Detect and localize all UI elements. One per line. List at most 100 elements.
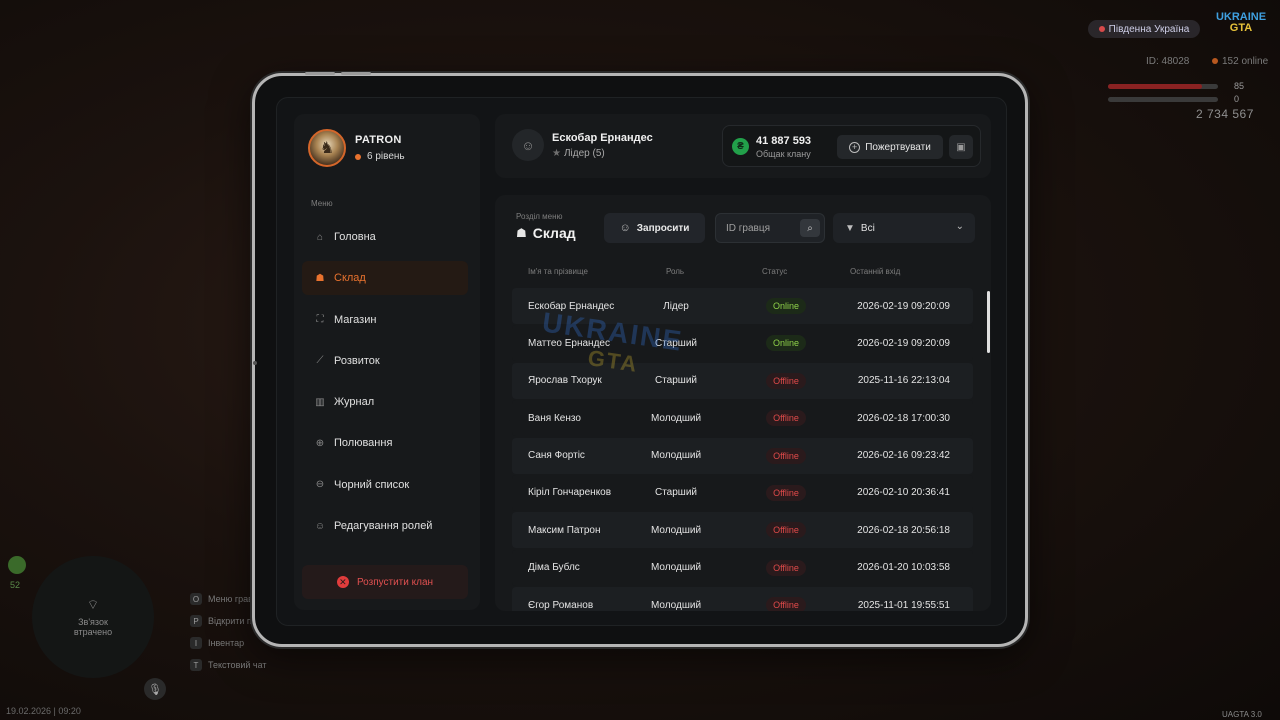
sidebar-item-members[interactable]: ☗ Склад	[302, 261, 468, 296]
microphone-icon[interactable]: 🎙	[144, 678, 166, 700]
sidebar-item-edit-roles[interactable]: ☺ Редагування ролей	[302, 509, 468, 543]
table-row[interactable]: Ескобар Ернандес Лідер Online 2026-02-19 09…	[512, 288, 973, 324]
filter-icon: ▼	[845, 222, 855, 234]
member-role: Старший	[654, 487, 697, 499]
section-subtitle: Розділ меню	[516, 212, 563, 221]
leader-role-text: Лідер (5)	[563, 147, 605, 159]
clan-avatar: ♞	[308, 129, 346, 167]
column-header-last-login: Останній вхід	[850, 267, 901, 276]
invite-button[interactable]: ☺ Запросити	[604, 213, 705, 243]
table-row[interactable]: Саня Фортіс Молодший Offline 2026-02-16 09:…	[512, 437, 973, 474]
health-bar	[1108, 84, 1218, 89]
chart-icon: ⟋	[316, 355, 324, 367]
donate-button[interactable]: + Пожертвувати	[837, 135, 943, 159]
member-name: Ескобар Ернандес	[528, 300, 615, 312]
sidebar: ♞ PATRON 6 рівень Меню ⌂ Головна ☗ Склад…	[294, 114, 480, 610]
armor-bar	[1108, 97, 1218, 102]
search-button[interactable]: ⌕	[800, 219, 820, 237]
member-status: Offline	[756, 363, 816, 399]
member-status: Offline	[756, 512, 816, 548]
table-row[interactable]: Маттео Ернандес Старший Online 2026-02-19 0…	[512, 325, 973, 362]
scrollbar-thumb[interactable]	[987, 291, 990, 353]
player-id-input[interactable]	[716, 214, 800, 242]
member-last-login: 2025-11-01 19:55:51	[857, 599, 950, 611]
sidebar-item-blacklist[interactable]: ⊖ Чорний список	[302, 468, 468, 502]
wallet-icon: ▣	[956, 141, 966, 153]
member-name: Діма Бублс	[528, 562, 580, 574]
disband-clan-label: Розпустити клан	[356, 576, 434, 588]
sidebar-item-label: Магазин	[334, 313, 377, 326]
sidebar-item-label: Головна	[334, 231, 376, 243]
member-role: Молодший	[650, 412, 702, 424]
book-icon: ▥	[315, 396, 325, 408]
sidebar-item-development[interactable]: ⟋ Розвиток	[302, 344, 468, 378]
sidebar-item-hunting[interactable]: ⊕ Полювання	[302, 426, 468, 460]
member-status: Online	[756, 325, 816, 361]
sidebar-item-shop[interactable]: ⛶ Магазин	[302, 303, 468, 337]
member-status: Offline	[756, 400, 816, 436]
member-last-login: 2026-02-10 20:36:41	[857, 487, 950, 499]
sidebar-item-label: Журнал	[334, 396, 375, 409]
keybind-label: Інвентар	[208, 638, 245, 648]
member-name: Єгор Романов	[528, 599, 594, 611]
status-badge: Offline	[766, 522, 806, 539]
wallet-button[interactable]: ▣	[949, 135, 973, 159]
tablet-button	[341, 72, 371, 75]
leader-name: Ескобар Ернандес	[552, 131, 653, 144]
member-status: Offline	[756, 550, 816, 586]
table-row[interactable]: Максим Патрон Молодший Offline 2026-02-18 2…	[512, 512, 973, 549]
search-icon: ⌕	[807, 222, 813, 234]
role-filter-select[interactable]: ▼ Всі ⌄	[833, 213, 975, 243]
donate-label: Пожертвувати	[865, 141, 931, 153]
user-edit-icon: ☺	[314, 520, 326, 532]
table-row[interactable]: Діма Бублс Молодший Offline 2026-01-20 10:0…	[512, 549, 973, 586]
column-header-role: Роль	[666, 267, 685, 276]
sidebar-item-label: Полювання	[334, 437, 393, 450]
member-last-login: 2026-02-18 17:00:30	[857, 412, 950, 424]
clan-bank: ₴ 41 887 593 Общак клану + Пожертвувати …	[722, 125, 981, 167]
member-last-login: 2026-02-19 09:20:09	[857, 300, 950, 312]
clan-app: ♞ PATRON 6 рівень Меню ⌂ Головна ☗ Склад…	[276, 97, 1007, 626]
armor-value: 0	[1234, 94, 1240, 104]
keybind-key: O	[190, 593, 202, 605]
member-last-login: 2025-11-16 22:13:04	[857, 375, 950, 387]
hryvnia-coin-icon: ₴	[732, 138, 749, 155]
table-row[interactable]: Єгор Романов Молодший Offline 2025-11-01 19…	[512, 587, 973, 611]
level-dot-icon	[355, 153, 361, 160]
shop-icon: ⛶	[316, 314, 324, 326]
status-badge: Offline	[766, 484, 806, 501]
clan-name: PATRON	[355, 134, 402, 146]
sidebar-item-home[interactable]: ⌂ Головна	[302, 220, 468, 254]
menu-label: Меню	[311, 199, 333, 208]
member-role: Старший	[654, 375, 697, 387]
sidebar-item-label: Редагування ролей	[334, 520, 433, 533]
disband-clan-button[interactable]: ✕ Розпустити клан	[302, 565, 468, 599]
hunger-icon	[8, 556, 26, 574]
status-badge: Offline	[766, 447, 806, 464]
add-user-icon: ☺	[619, 222, 631, 234]
members-icon: ☗	[516, 226, 527, 240]
status-badge: Offline	[766, 559, 806, 576]
table-row[interactable]: Ярослав Тхорук Старший Offline 2025-11-16 2…	[512, 362, 973, 399]
sidebar-item-journal[interactable]: ▥ Журнал	[302, 385, 468, 419]
star-icon: ★	[552, 147, 561, 159]
health-value: 85	[1234, 81, 1245, 91]
minimap: ⌔ Зв'язок втрачено	[32, 556, 154, 678]
keybind-key: P	[190, 615, 202, 627]
table-row[interactable]: Кіріл Гончаренков Старший Offline 2026-02-1…	[512, 474, 973, 511]
game-version: UAGTA 3.0	[1222, 710, 1262, 719]
sidebar-item-label: Склад	[334, 272, 366, 285]
server-badge: Південна Україна	[1088, 20, 1200, 38]
invite-label: Запросити	[636, 222, 690, 234]
keybind-label: Текстовий чат	[208, 660, 267, 670]
member-role: Молодший	[650, 599, 702, 611]
game-datetime: 19.02.2026 | 09:20	[6, 706, 81, 716]
leader-role: ★ Лідер (5)	[552, 148, 653, 159]
members-icon: ☗	[315, 272, 325, 284]
filter-value: Всі	[860, 222, 875, 234]
member-name: Саня Фортіс	[528, 450, 585, 462]
clan-header: ☺ Ескобар Ернандес ★ Лідер (5) ₴ 41 887 5…	[495, 114, 991, 178]
table-row[interactable]: Ваня Кензо Молодший Offline 2026-02-18 17:0…	[512, 400, 973, 437]
clan-level: 6 рівень	[355, 151, 405, 162]
player-id: ID: 48028	[1146, 56, 1190, 67]
